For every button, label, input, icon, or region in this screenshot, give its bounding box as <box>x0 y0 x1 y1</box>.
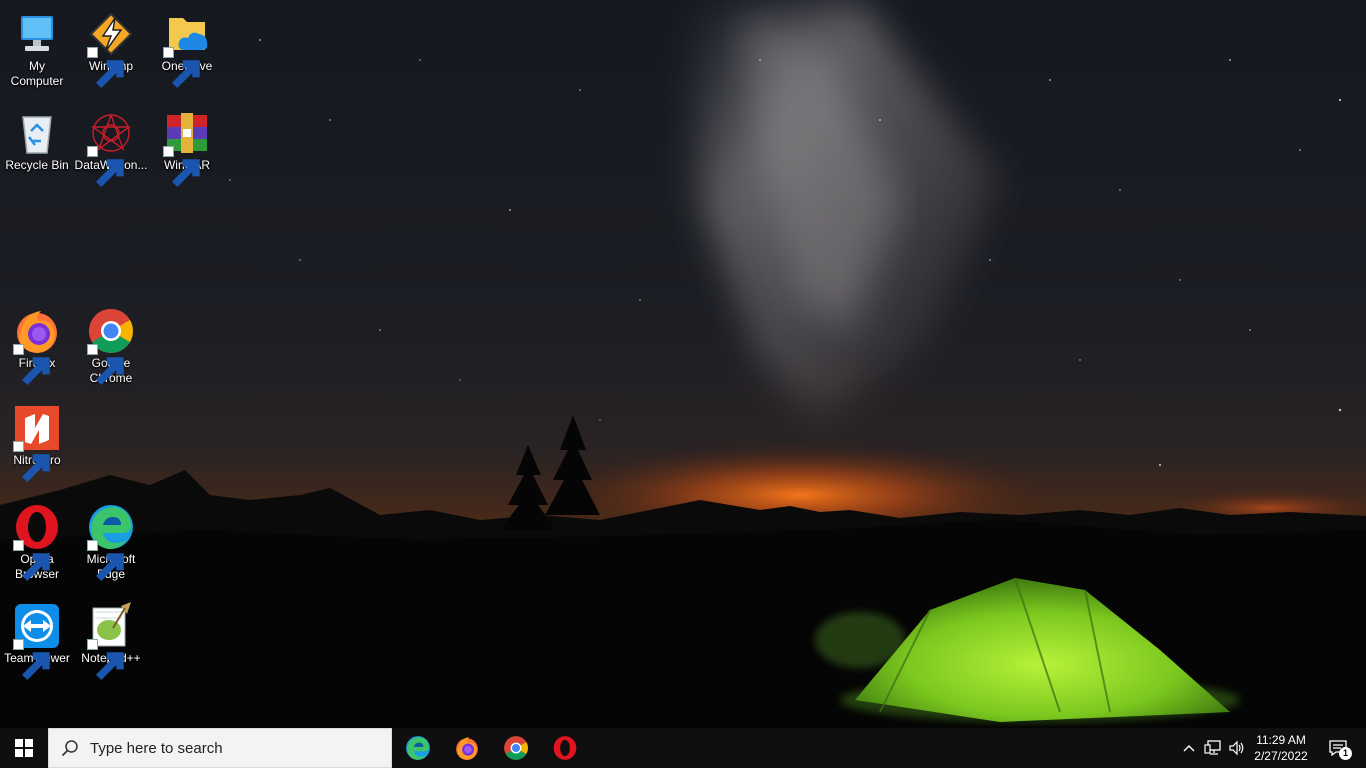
desktop-icon-winamp[interactable]: Winamp <box>74 4 148 92</box>
volume-button[interactable] <box>1226 728 1248 768</box>
edge-icon <box>87 503 135 581</box>
desktop-icon-google-chrome[interactable]: Google Chrome <box>74 301 148 389</box>
edge-icon <box>406 736 430 760</box>
chrome-icon <box>87 307 135 385</box>
taskbar-app-firefox[interactable] <box>443 728 491 768</box>
shortcut-arrow-icon <box>13 441 50 482</box>
taskbar-app-opera[interactable] <box>541 728 589 768</box>
action-center-button[interactable]: 1 <box>1318 728 1358 768</box>
shortcut-arrow-icon <box>13 344 50 385</box>
taskbar-clock[interactable]: 11:29 AM 2/27/2022 <box>1246 728 1316 768</box>
shortcut-arrow-icon <box>13 639 50 680</box>
windows-logo-icon <box>15 739 33 757</box>
taskbar-app-chrome[interactable] <box>492 728 540 768</box>
desktop-icon-teamviewer[interactable]: TeamViewer <box>0 596 74 684</box>
shortcut-arrow-icon <box>87 540 124 581</box>
computer-icon <box>13 10 61 58</box>
desktop-icon-nitro-pro[interactable]: Nitro Pro <box>0 398 74 486</box>
notepad-plus-plus-icon <box>87 602 135 680</box>
desktop-icon-label: My Computer <box>10 59 64 88</box>
clock-date: 2/27/2022 <box>1254 749 1308 763</box>
search-input[interactable] <box>88 738 382 758</box>
network-icon <box>1204 740 1221 755</box>
shortcut-arrow-icon <box>163 47 200 88</box>
opera-icon <box>13 503 61 581</box>
speaker-icon <box>1229 740 1244 756</box>
datawagon-icon <box>87 109 135 187</box>
shortcut-arrow-icon <box>87 344 124 385</box>
desktop-icon-my-computer[interactable]: My Computer <box>0 4 74 92</box>
shortcut-arrow-icon <box>87 639 124 680</box>
taskbar-app-edge[interactable] <box>394 728 442 768</box>
clock-time: 11:29 AM <box>1256 733 1306 747</box>
taskbar-search-box[interactable] <box>48 728 392 768</box>
firefox-icon <box>456 737 478 760</box>
shortcut-arrow-icon <box>163 146 200 187</box>
desktop-icon-label: Recycle Bin <box>5 158 69 172</box>
nitro-pro-icon <box>13 404 61 482</box>
desktop-icon-microsoft-edge[interactable]: Microsoft Edge <box>74 497 148 585</box>
shortcut-arrow-icon <box>13 540 50 581</box>
opera-icon <box>553 736 577 760</box>
show-hidden-icons-button[interactable] <box>1178 728 1200 768</box>
desktop-icon-notepad-plus-plus[interactable]: Notepad++ <box>74 596 148 684</box>
taskbar: 11:29 AM 2/27/2022 1 <box>0 728 1366 768</box>
winrar-icon <box>163 109 211 187</box>
winamp-icon <box>87 10 135 88</box>
notification-count-badge: 1 <box>1339 747 1352 760</box>
desktop-icon-opera-browser[interactable]: Opera Browser <box>0 497 74 585</box>
desktop-area: My Computer Winamp OneDrive Recycle Bin … <box>0 0 1366 728</box>
search-icon <box>61 740 78 757</box>
desktop-icon-datawagon[interactable]: DataWagon... <box>74 103 148 191</box>
start-button[interactable] <box>0 728 48 768</box>
firefox-icon <box>13 307 61 385</box>
desktop-icon-firefox[interactable]: Firefox <box>0 301 74 389</box>
chevron-up-icon <box>1183 745 1195 752</box>
desktop-icon-winrar[interactable]: WinRAR <box>150 103 224 191</box>
teamviewer-icon <box>13 602 61 680</box>
recycle-bin-icon <box>13 109 61 157</box>
network-status-button[interactable] <box>1202 728 1224 768</box>
desktop-icon-recycle-bin[interactable]: Recycle Bin <box>0 103 74 191</box>
desktop-icon-onedrive[interactable]: OneDrive <box>150 4 224 92</box>
chrome-icon <box>504 736 528 760</box>
onedrive-icon <box>163 10 211 88</box>
shortcut-arrow-icon <box>87 47 124 88</box>
shortcut-arrow-icon <box>87 146 124 187</box>
